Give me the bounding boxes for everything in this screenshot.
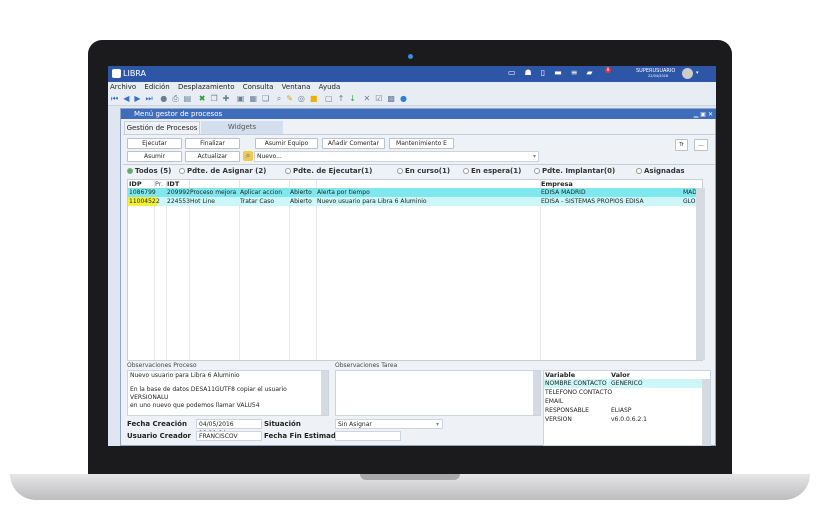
window-icon[interactable]: ❏ [262,94,269,103]
window-titlebar: Menú gestor de procesos ▁▣✕ [121,109,716,119]
save-icon[interactable]: ▢ [325,94,333,103]
app-titlebar: LIBRA ▭☗▯▬≡▰ 8 SUPERUSUARIO 22/04/2016 ▾ [108,66,716,82]
delete-icon[interactable]: ✕ [364,94,371,103]
actualizar-button[interactable]: Actualizar [185,151,240,162]
variable-row[interactable]: RESPONSABLEELIASP [544,406,702,415]
last-icon[interactable]: ⏭ [146,94,153,103]
divider [123,164,715,165]
filter-todos[interactable]: Todos (5) [127,167,171,175]
nuevo-combo[interactable]: Nuevo... ▾ [254,151,539,162]
chevron-down-icon[interactable]: ▾ [436,420,439,429]
libra-logo-icon [112,69,121,78]
situacion-select[interactable]: Sin Asignar▾ [335,419,443,429]
app-screen: LIBRA ▭☗▯▬≡▰ 8 SUPERUSUARIO 22/04/2016 ▾… [108,66,716,446]
laptop-notch [360,474,460,480]
fecha-creacion-label: Fecha Creación [127,420,187,428]
filter-en-espera[interactable]: En espera(1) [463,167,521,175]
usuario-creador-field[interactable]: FRANCISCOV [196,431,262,441]
variable-row[interactable]: NOMBRE CONTACTOGENERICO [544,379,702,388]
variable-row[interactable]: VERSIONv6.0.0.6.2.1 [544,415,702,424]
check-icon[interactable]: ☑ [375,94,382,103]
filter-pdte-implantar[interactable]: Pdte. Implantar(0) [534,167,615,175]
window-title: Menú gestor de procesos [134,110,222,118]
obs-tarea-label: Observaciones Tarea [335,362,397,369]
export-icon[interactable]: ▦ [249,94,257,103]
copy-icon[interactable]: ❐ [210,94,217,103]
next-icon[interactable]: ▶ [134,94,140,103]
tab-widgets[interactable]: Widgets [201,121,283,134]
toolbar: ⏮ ◀ ▶ ⏭ ● ⎙ ▤ ✖ ❐ ✚ ▣ ▦ ❏ ⌕ ✎ ◎ ■ ▢ ↑ ↓ ✕ ☑ ▩ ● [108,93,716,106]
process-grid: IDP Pr. IDT Empresa 1086799209992Proceso… [127,179,703,361]
more-button[interactable]: ... [694,139,708,151]
filter-en-curso[interactable]: En curso(1) [397,167,450,175]
menu-ayuda[interactable]: Ayuda [319,83,341,91]
mantenimiento-button[interactable]: Mantenimiento E [389,138,454,149]
finalizar-button[interactable]: Finalizar [185,138,240,149]
help-icon[interactable]: ● [400,94,407,103]
note-icon[interactable]: ■ [310,94,318,103]
down-icon[interactable]: ↓ [349,94,356,103]
tab-divider [123,134,715,135]
combo-value: Nuevo... [257,153,282,160]
tab-gestion-procesos[interactable]: Gestión de Procesos [124,121,200,134]
fecha-fin-field[interactable] [335,431,401,441]
print-icon[interactable]: ⎙ [172,94,178,103]
anadir-comentar-button[interactable]: Añadir Comentar [322,138,385,149]
avatar[interactable] [682,68,693,79]
record-icon[interactable]: ● [160,94,167,103]
fecha-creacion-field[interactable]: 04/05/2016 10:29:04 [196,419,262,429]
first-icon[interactable]: ⏮ [111,94,118,103]
camera-icon [408,54,413,59]
app-title: LIBRA [123,69,146,78]
variables-table: VariableValor NOMBRE CONTACTOGENERICO TE… [543,370,711,446]
filter-asignadas[interactable]: Asignadas [636,167,685,175]
asumir-button[interactable]: Asumir [127,151,182,162]
variable-row[interactable]: TELEFONO CONTACTO [544,388,702,397]
tr-button[interactable]: Tr [675,139,688,151]
ejecutar-button[interactable]: Ejecutar [127,138,182,149]
grid-scrollbar[interactable] [696,188,705,360]
obs-proceso-text[interactable]: Nuevo usuario para Libra 6 AluminioEn la… [127,370,329,416]
obs-tarea-scrollbar[interactable] [533,371,540,415]
table-row[interactable]: 11004522224553Hot LineTratar CasoAbierto… [128,197,696,206]
variables-scrollbar[interactable] [702,379,710,445]
asumir-equipo-button[interactable]: Asumir Equipo [255,138,318,149]
up-icon[interactable]: ↑ [338,94,345,103]
fecha-fin-label: Fecha Fin Estimada [264,432,341,440]
menu-consulta[interactable]: Consulta [243,83,274,91]
situacion-label: Situación [264,420,301,428]
filter-pdte-ejecutar[interactable]: Pdte. de Ejecutar(1) [285,167,372,175]
obs-scrollbar[interactable] [321,371,328,415]
obs-proceso-label: Observaciones Proceso [127,362,197,369]
stamp-icon[interactable]: ▩ [387,94,395,103]
add-icon[interactable]: ✚ [223,94,230,103]
top-nav-icons[interactable]: ▭☗▯▬≡▰ [508,68,602,77]
menu-edicion[interactable]: Edición [144,83,169,91]
excel-icon[interactable]: ✖ [199,94,206,103]
search-icon[interactable]: ⌕ [277,94,281,103]
menu-archivo[interactable]: Archivo [110,83,136,91]
process-manager-window: Menú gestor de procesos ▁▣✕ Gestión de P… [120,108,716,446]
chevron-down-icon[interactable]: ▾ [696,70,699,76]
user-date: 22/04/2016 [648,74,668,78]
monitor-icon[interactable]: ▤ [184,94,192,103]
report-icon[interactable]: ▣ [237,94,245,103]
prev-icon[interactable]: ◀ [123,94,129,103]
variable-row[interactable]: EMAIL [544,397,702,406]
menu-desplazamiento[interactable]: Desplazamiento [178,83,235,91]
obs-tarea-text[interactable] [335,370,541,416]
chevron-down-icon[interactable]: ▾ [533,152,536,161]
menu-ventana[interactable]: Ventana [282,83,311,91]
window-controls[interactable]: ▁▣✕ [694,110,715,120]
search-icon[interactable]: ⌕ [243,151,253,161]
zoom-icon[interactable]: ◎ [298,94,305,103]
table-row[interactable]: 1086799209992Proceso mejoraAplicar accio… [128,188,696,197]
edit-icon[interactable]: ✎ [286,94,293,103]
menu-bar: Archivo Edición Desplazamiento Consulta … [108,82,716,93]
usuario-creador-label: Usuario Creador [127,432,191,440]
filter-pdte-asignar[interactable]: Pdte. de Asignar (2) [179,167,266,175]
notification-badge: 8 [605,67,611,73]
